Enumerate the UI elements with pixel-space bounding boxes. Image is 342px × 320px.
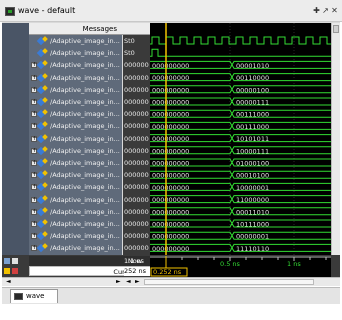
signal-sub-icon bbox=[42, 72, 48, 79]
signal-sub-icon bbox=[42, 206, 48, 213]
expand-icon[interactable]: + bbox=[31, 62, 37, 69]
signal-value: 000000 bbox=[124, 171, 149, 180]
signal-value: 000000 bbox=[124, 159, 149, 167]
signal-name: /Adaptive_image_in... bbox=[50, 207, 120, 216]
signal-name: /Adaptive_image_in... bbox=[50, 73, 120, 82]
now-value: 1.1 ns bbox=[124, 257, 144, 265]
wave-window-icon bbox=[5, 7, 15, 16]
signal-name: /Adaptive_image_in... bbox=[50, 146, 120, 155]
wave-scroll-right-arrow[interactable]: ► bbox=[135, 279, 141, 285]
signal-name: /Adaptive_image_in... bbox=[50, 232, 120, 241]
signal-row[interactable]: +/Adaptive_image_in... 000000 bbox=[0, 158, 342, 168]
signal-value: St0 bbox=[124, 37, 135, 45]
time-ruler-canvas: 0.5 ns 1 ns 0.252 ns bbox=[150, 256, 331, 277]
signal-name: /Adaptive_image_in... bbox=[50, 134, 120, 143]
signal-name: /Adaptive_image_in... bbox=[50, 220, 120, 228]
cursor-tool-icon[interactable] bbox=[4, 258, 10, 264]
time-ruler[interactable]: 0.5 ns 1 ns 0.252 ns bbox=[150, 256, 331, 277]
signal-row[interactable]: +/Adaptive_image_in... 000000 bbox=[0, 219, 342, 229]
scroll-right-arrow[interactable]: ► bbox=[116, 279, 122, 285]
signal-name: /Adaptive_image_in... bbox=[50, 244, 120, 253]
signal-row[interactable]: +/Adaptive_image_in... 000000 bbox=[0, 170, 342, 180]
close-icon[interactable]: ✕ bbox=[331, 7, 338, 15]
signal-row[interactable]: +/Adaptive_image_in... 000000 bbox=[0, 194, 342, 204]
cursor-value: 252 ns bbox=[124, 267, 150, 276]
signal-name: /Adaptive_image_in... bbox=[50, 85, 120, 94]
signal-value: 000000 bbox=[124, 232, 149, 241]
tab-wave[interactable]: wave bbox=[10, 289, 58, 303]
signal-name: /Adaptive_image_in... bbox=[50, 37, 120, 45]
signal-value: 000000 bbox=[124, 85, 149, 94]
signal-row[interactable]: +/Adaptive_image_in... 000000 bbox=[0, 84, 342, 95]
signal-sub-icon bbox=[42, 145, 48, 152]
window-title: wave - default bbox=[18, 6, 76, 15]
signal-name: /Adaptive_image_in... bbox=[50, 98, 120, 106]
ruler-ticks bbox=[165, 257, 327, 261]
tick-label: 0.5 ns bbox=[220, 260, 241, 268]
signal-value: 000000 bbox=[124, 110, 149, 119]
lock-cursor-icon[interactable] bbox=[12, 258, 18, 264]
signal-value: 000000 bbox=[124, 122, 149, 131]
signal-value: 000000 bbox=[124, 207, 149, 216]
signal-row[interactable]: + /Adaptive_image_in... 000000 bbox=[0, 243, 342, 253]
signal-value: 000000 bbox=[124, 220, 149, 228]
horizontal-scrollbar[interactable]: ◄ ► ◄ ► bbox=[2, 277, 340, 286]
signal-value: 000000 bbox=[124, 98, 149, 106]
signal-row[interactable]: +/Adaptive_image_in... 000000 bbox=[0, 133, 342, 143]
signal-value: 000000 bbox=[124, 195, 149, 204]
scroll-up-arrow[interactable] bbox=[333, 25, 339, 33]
signal-name: /Adaptive_image_in... bbox=[50, 159, 120, 167]
signal-sub-icon bbox=[42, 133, 48, 140]
signal-name: /Adaptive_image_in... bbox=[50, 183, 120, 192]
signal-sub-icon bbox=[42, 84, 48, 91]
messages-header: Messages bbox=[29, 23, 150, 35]
signal-row[interactable]: +/Adaptive_image_in... 000000 bbox=[0, 72, 342, 82]
signal-row[interactable]: +/Adaptive_image_in... 000000 bbox=[0, 206, 342, 217]
signal-name: /Adaptive_image_in... bbox=[50, 49, 120, 58]
signal-row[interactable]: + /Adaptive_image_in... 000000 bbox=[0, 182, 342, 192]
signal-value: 000000 bbox=[124, 183, 149, 192]
signal-value: 000000 bbox=[124, 244, 149, 253]
signal-row[interactable]: + /Adaptive_image_in... 000000 bbox=[0, 121, 342, 131]
messages-label: Messages bbox=[82, 25, 117, 33]
scroll-left-arrow[interactable]: ◄ bbox=[6, 279, 12, 285]
signal-value: St0 bbox=[124, 49, 135, 58]
expand-icon[interactable]: + bbox=[31, 245, 37, 252]
wave-scroll-thumb[interactable] bbox=[144, 279, 314, 285]
signal-row[interactable]: /Adaptive_image_in... St0 bbox=[0, 36, 342, 46]
signal-name: /Adaptive_image_in... bbox=[50, 195, 120, 204]
signal-name: /Adaptive_image_in... bbox=[50, 171, 120, 180]
signal-row[interactable]: +/Adaptive_image_in... 000000 bbox=[0, 109, 342, 119]
delete-cursor-icon[interactable] bbox=[12, 268, 18, 274]
signal-row[interactable]: /Adaptive_image_in... St0 bbox=[0, 48, 342, 58]
signal-row[interactable]: + /Adaptive_image_in... 000000 bbox=[0, 60, 342, 70]
expand-icon[interactable]: + bbox=[31, 123, 37, 130]
tick-label: 1 ns bbox=[287, 260, 301, 268]
signal-name: /Adaptive_image_in... bbox=[50, 110, 120, 119]
signal-name: /Adaptive_image_in... bbox=[50, 61, 120, 70]
signal-value: 000000 bbox=[124, 61, 149, 70]
signal-row[interactable]: +/Adaptive_image_in... 000000 bbox=[0, 97, 342, 107]
wave-tab-icon bbox=[14, 293, 23, 300]
signal-sub-icon bbox=[42, 194, 48, 201]
signal-value: 000000 bbox=[124, 134, 149, 143]
wave-scroll-left-arrow[interactable]: ◄ bbox=[126, 279, 132, 285]
signal-value: 000000 bbox=[124, 73, 149, 82]
undock-icon[interactable]: ✚ bbox=[313, 7, 320, 15]
expand-icon[interactable]: + bbox=[31, 184, 37, 191]
maximize-icon[interactable]: ↗ bbox=[322, 7, 329, 15]
signal-value: 000000 bbox=[124, 146, 149, 155]
cursor-marker: 0.252 ns bbox=[153, 268, 182, 276]
signal-row[interactable]: +/Adaptive_image_in... 000000 bbox=[0, 145, 342, 156]
signal-name: /Adaptive_image_in... bbox=[50, 122, 120, 131]
tab-wave-label: wave bbox=[26, 292, 45, 300]
add-cursor-icon[interactable] bbox=[4, 268, 10, 274]
signal-row[interactable]: +/Adaptive_image_in... 000000 bbox=[0, 231, 342, 241]
